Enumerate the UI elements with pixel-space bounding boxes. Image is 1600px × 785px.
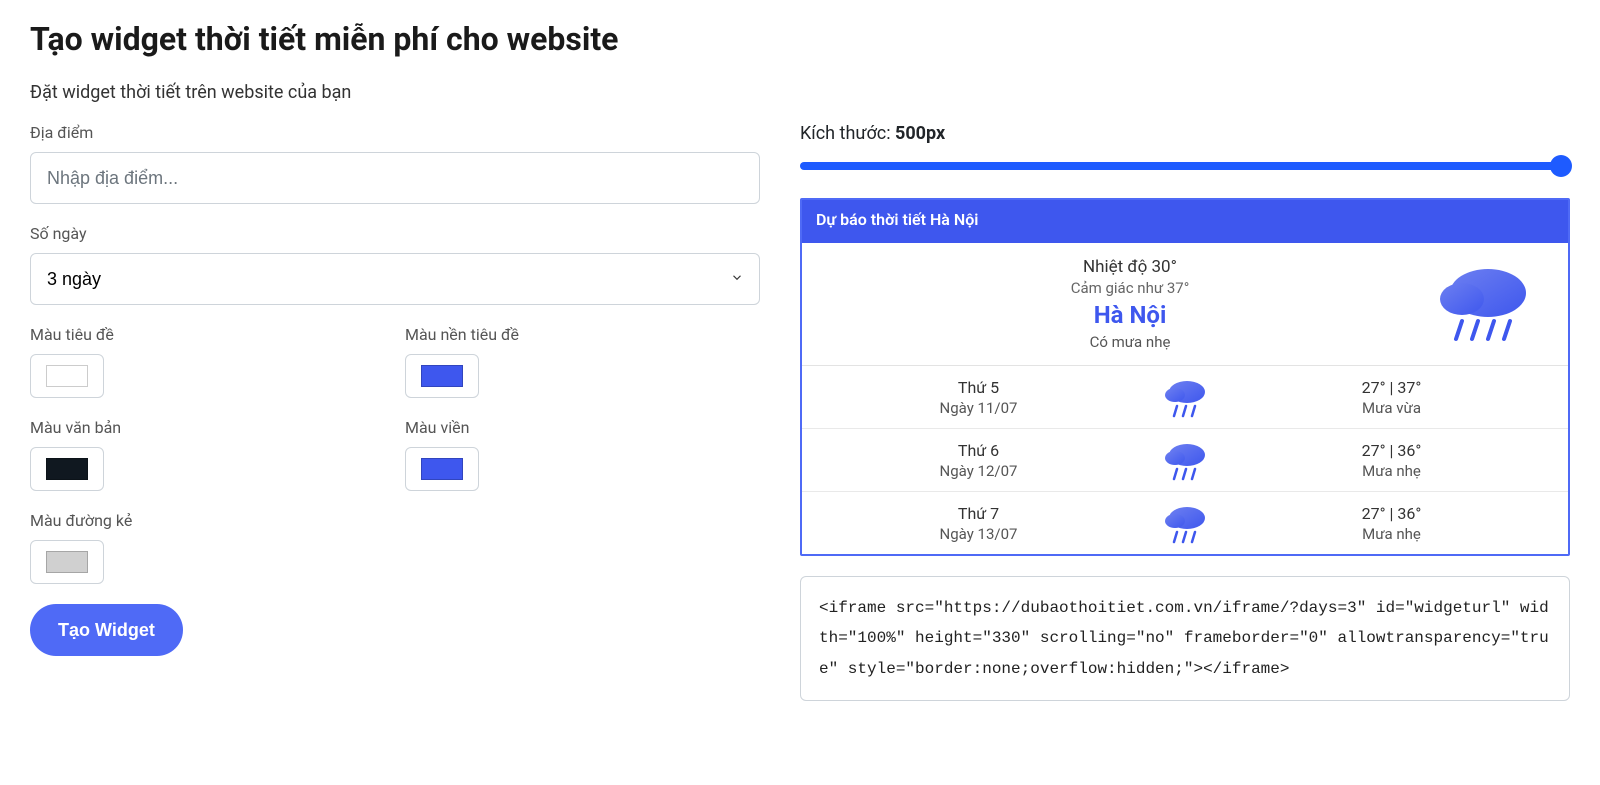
weather-widget-preview: Dự báo thời tiết Hà Nội Nhiệt độ 30° Cảm…: [800, 198, 1570, 556]
forecast-row: Thứ 6 Ngày 12/07 27° | 36° Mưa nhẹ: [802, 428, 1568, 491]
location-input[interactable]: [30, 152, 760, 204]
title-color-swatch: [46, 365, 88, 387]
form-panel: Địa điểm Số ngày 3 ngày Màu tiêu đề: [30, 123, 760, 701]
widget-header: Dự báo thời tiết Hà Nội: [802, 200, 1568, 243]
forecast-condition: Mưa nhẹ: [1245, 525, 1538, 543]
title-bg-picker[interactable]: [405, 354, 479, 398]
preview-panel: Kích thước: 500px Dự báo thời tiết Hà Nộ…: [800, 123, 1570, 701]
rain-cloud-icon: [1125, 502, 1245, 544]
size-label: Kích thước:: [800, 123, 895, 144]
forecast-dow: Thứ 7: [832, 504, 1125, 523]
current-feels: Cảm giác như 37°: [832, 279, 1428, 297]
forecast-date: Ngày 11/07: [832, 399, 1125, 417]
forecast-row: Thứ 5 Ngày 11/07 27° | 37° Mưa vừa: [802, 366, 1568, 428]
line-color-swatch: [46, 551, 88, 573]
forecast-temps: 27° | 37°: [1245, 378, 1538, 397]
line-color-picker[interactable]: [30, 540, 104, 584]
current-city: Hà Nội: [832, 301, 1428, 329]
days-label: Số ngày: [30, 224, 760, 243]
slider-thumb[interactable]: [1550, 155, 1572, 177]
forecast-condition: Mưa vừa: [1245, 399, 1538, 417]
size-slider[interactable]: [800, 154, 1570, 178]
current-condition: Có mưa nhẹ: [832, 333, 1428, 351]
location-label: Địa điểm: [30, 123, 760, 142]
forecast-row: Thứ 7 Ngày 13/07 27° | 36° Mưa nhẹ: [802, 491, 1568, 554]
title-color-picker[interactable]: [30, 354, 104, 398]
text-color-picker[interactable]: [30, 447, 104, 491]
slider-track: [800, 162, 1570, 170]
title-bg-swatch: [421, 365, 463, 387]
line-color-label: Màu đường kẻ: [30, 511, 760, 530]
text-color-swatch: [46, 458, 88, 480]
border-color-swatch: [421, 458, 463, 480]
forecast-temps: 27° | 36°: [1245, 504, 1538, 523]
page-subtitle: Đặt widget thời tiết trên website của bạ…: [30, 82, 1570, 103]
forecast-dow: Thứ 5: [832, 378, 1125, 397]
title-color-label: Màu tiêu đề: [30, 325, 385, 344]
forecast-date: Ngày 12/07: [832, 462, 1125, 480]
forecast-dow: Thứ 6: [832, 441, 1125, 460]
forecast-temps: 27° | 36°: [1245, 441, 1538, 460]
size-label-row: Kích thước: 500px: [800, 123, 1570, 144]
title-bg-label: Màu nền tiêu đề: [405, 325, 760, 344]
rain-cloud-icon: [1125, 439, 1245, 481]
days-select[interactable]: 3 ngày: [30, 253, 760, 305]
border-color-label: Màu viền: [405, 418, 760, 437]
forecast-date: Ngày 13/07: [832, 525, 1125, 543]
rain-cloud-icon: [1125, 376, 1245, 418]
current-weather-row: Nhiệt độ 30° Cảm giác như 37° Hà Nội Có …: [802, 243, 1568, 366]
rain-cloud-icon: [1428, 257, 1538, 351]
current-temp: Nhiệt độ 30°: [832, 257, 1428, 277]
page-title: Tạo widget thời tiết miễn phí cho websit…: [30, 20, 1570, 58]
size-value: 500px: [895, 123, 945, 144]
embed-code-box[interactable]: <iframe src="https://dubaothoitiet.com.v…: [800, 576, 1570, 701]
create-widget-button[interactable]: Tạo Widget: [30, 604, 183, 656]
forecast-condition: Mưa nhẹ: [1245, 462, 1538, 480]
text-color-label: Màu văn bản: [30, 418, 385, 437]
border-color-picker[interactable]: [405, 447, 479, 491]
